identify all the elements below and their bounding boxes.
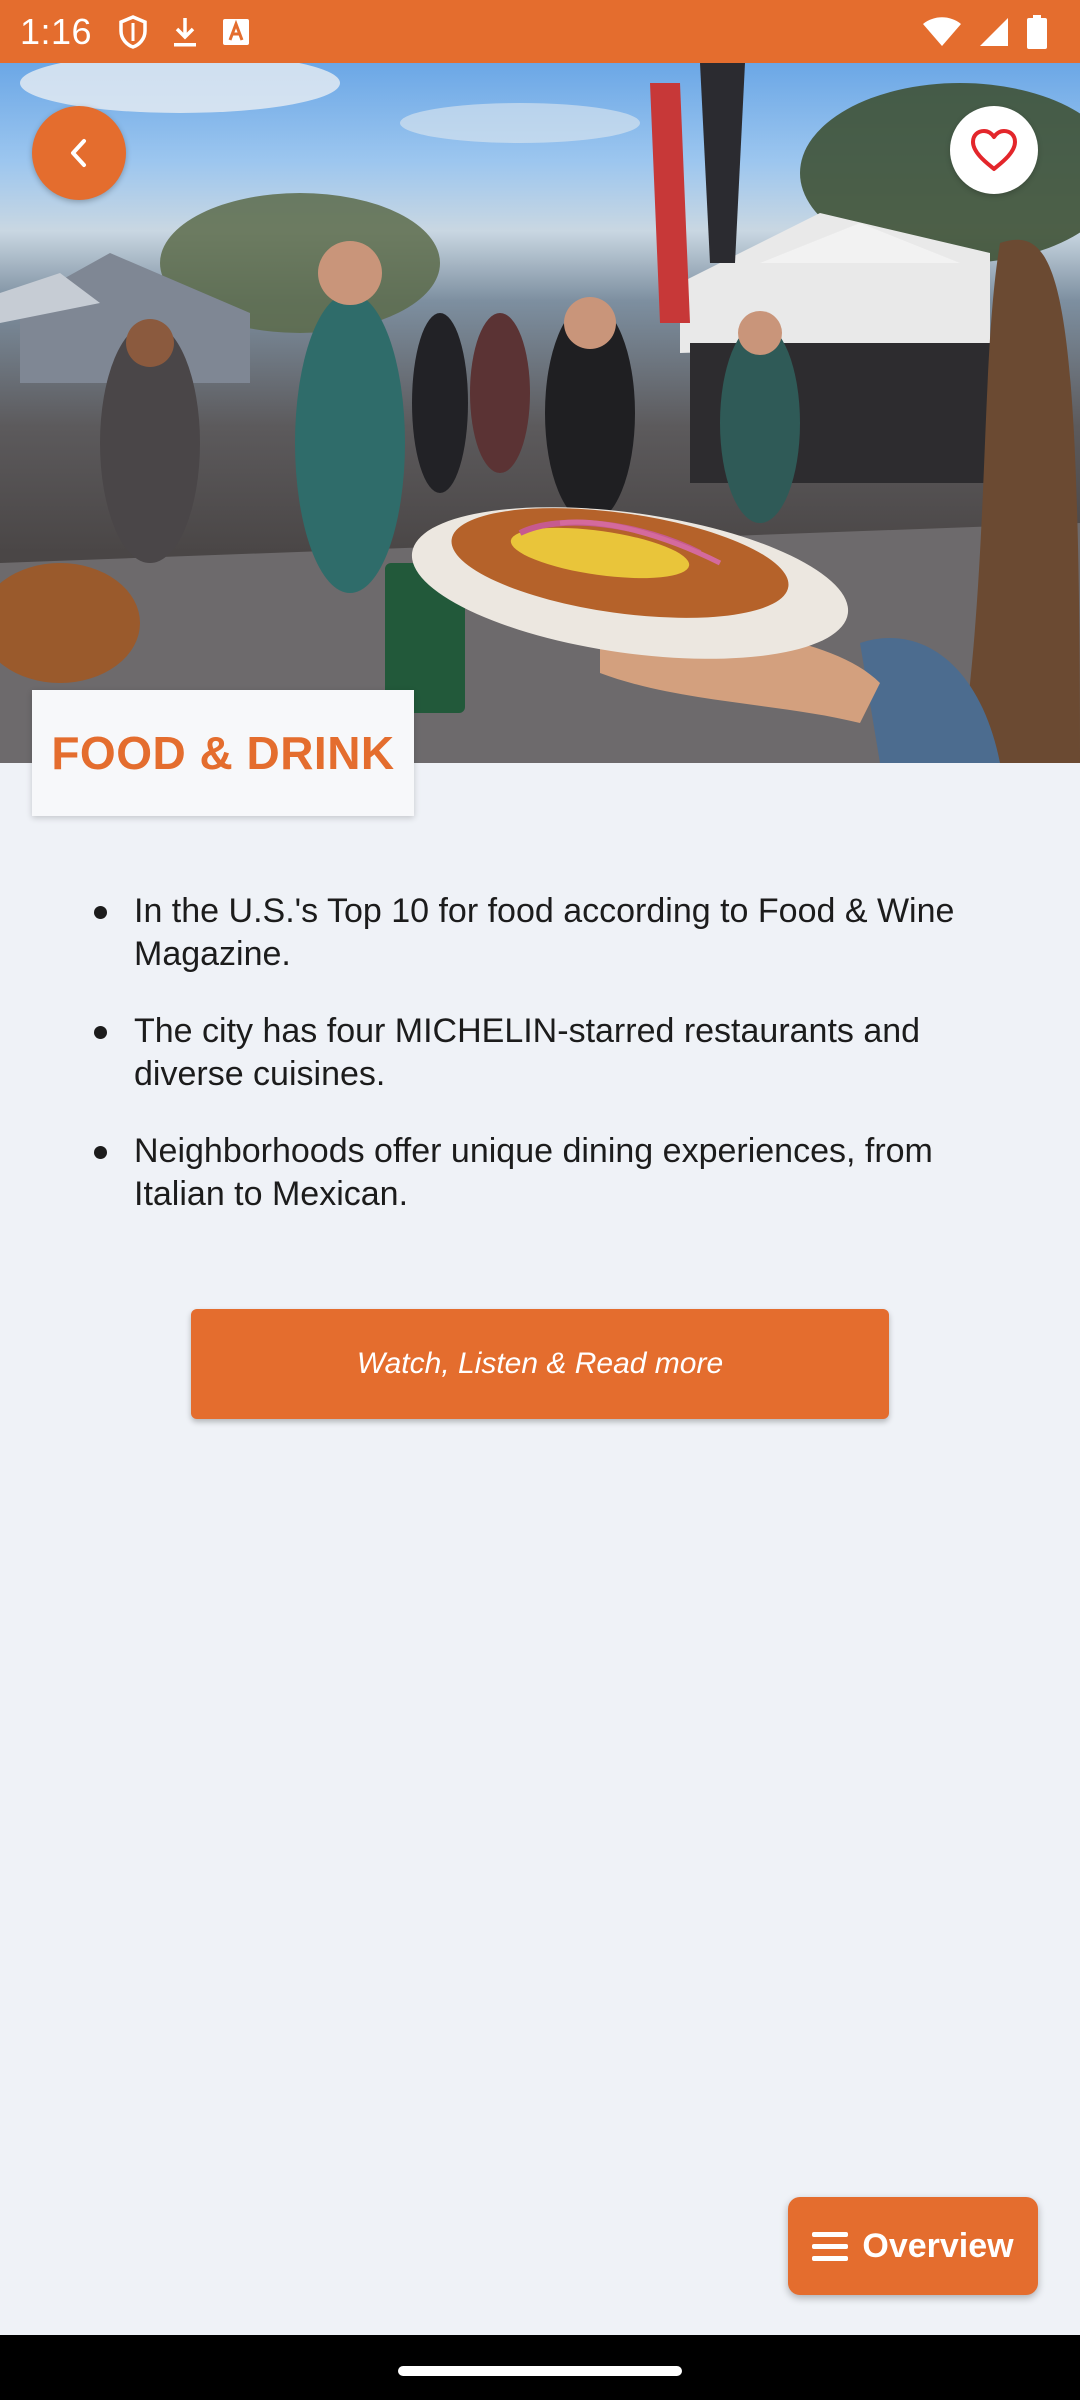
category-card: FOOD & DRINK bbox=[32, 690, 414, 816]
chevron-left-icon bbox=[64, 135, 94, 171]
status-left-icons bbox=[118, 14, 250, 49]
bullet-icon bbox=[94, 1146, 107, 1159]
favorite-button[interactable] bbox=[950, 106, 1038, 194]
download-icon bbox=[170, 15, 200, 49]
fact-text: The city has four MICHELIN-starred resta… bbox=[134, 1012, 921, 1093]
text-a-icon bbox=[222, 18, 250, 46]
home-gesture-bar[interactable] bbox=[398, 2366, 682, 2376]
back-button[interactable] bbox=[32, 106, 126, 200]
overview-button[interactable]: Overview bbox=[788, 2197, 1038, 2295]
hero-image bbox=[0, 63, 1080, 763]
watch-listen-read-button[interactable]: Watch, Listen & Read more bbox=[191, 1309, 889, 1419]
battery-icon bbox=[1026, 14, 1048, 49]
bullet-icon bbox=[94, 906, 107, 919]
overview-label: Overview bbox=[862, 2226, 1014, 2265]
fact-text: In the U.S.'s Top 10 for food according … bbox=[134, 892, 955, 973]
fact-text: Neighborhoods offer unique dining experi… bbox=[134, 1132, 933, 1213]
fact-item: The city has four MICHELIN-starred resta… bbox=[88, 1010, 1028, 1096]
fact-item: Neighborhoods offer unique dining experi… bbox=[88, 1130, 1028, 1216]
shield-icon bbox=[118, 14, 148, 49]
screen: 1:16 FOOD & DRINK In the U.S.'s Top 10 f… bbox=[0, 0, 1080, 2400]
status-time: 1:16 bbox=[20, 10, 93, 52]
category-title: FOOD & DRINK bbox=[51, 727, 395, 779]
fact-item: In the U.S.'s Top 10 for food according … bbox=[88, 890, 1028, 976]
signal-icon bbox=[978, 16, 1010, 48]
bullet-icon bbox=[94, 1026, 107, 1039]
heart-outline-icon bbox=[969, 128, 1019, 172]
facts-list: In the U.S.'s Top 10 for food according … bbox=[88, 890, 1028, 1250]
wifi-icon bbox=[922, 16, 962, 48]
status-bar: 1:16 bbox=[0, 0, 1080, 63]
status-right-icons bbox=[922, 14, 1060, 49]
menu-icon bbox=[812, 2230, 849, 2262]
